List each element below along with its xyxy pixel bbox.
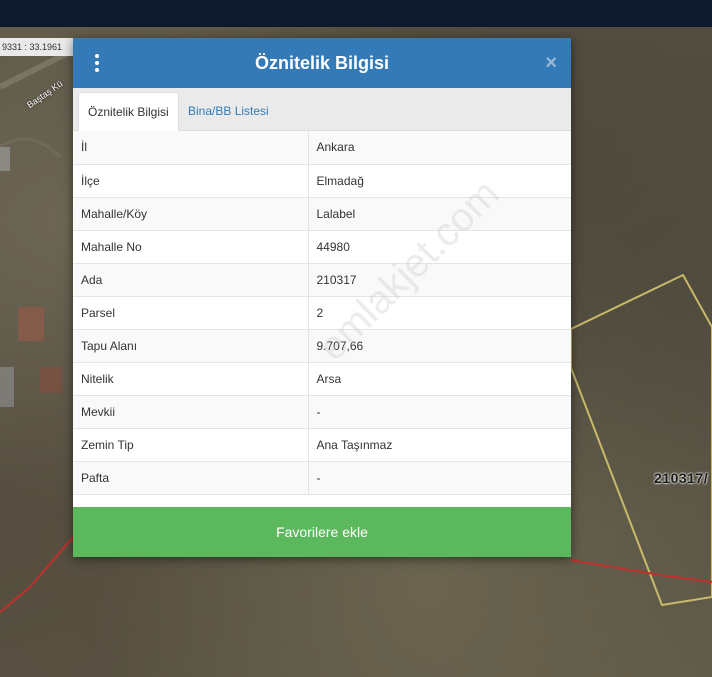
table-row: Zemin Tip Ana Taşınmaz (73, 428, 571, 462)
attribute-key: Mahalle No (73, 230, 309, 264)
attribute-value: - (308, 461, 571, 495)
tab-building-list[interactable]: Bina/BB Listesi (179, 92, 278, 130)
dialog-header: Öznitelik Bilgisi × (73, 38, 571, 88)
attribute-value: Ana Taşınmaz (308, 428, 571, 462)
dialog-title: Öznitelik Bilgisi (254, 53, 390, 73)
table-row: Tapu Alanı 9.707,66 (73, 329, 571, 363)
attribute-key: Parsel (73, 296, 309, 330)
close-icon[interactable]: × (545, 51, 557, 75)
attribute-value: 210317 (308, 263, 571, 297)
boundary-line (0, 536, 74, 613)
attribute-key: Mahalle/Köy (73, 197, 309, 231)
attribute-key: Mevkii (73, 395, 309, 429)
table-row: Parsel 2 (73, 296, 571, 330)
add-favorites-button[interactable]: Favorilere ekle (73, 507, 571, 557)
parcel-number-label: 210317/ (654, 470, 709, 486)
attribute-key: Nitelik (73, 362, 309, 396)
attribute-value: Ankara (308, 131, 571, 165)
attribute-key: Pafta (73, 461, 309, 495)
attribute-value: Arsa (308, 362, 571, 396)
table-row: Pafta - (73, 461, 571, 495)
attribute-key: Ada (73, 263, 309, 297)
table-row: İl Ankara (73, 131, 571, 165)
attribute-key: İl (73, 131, 309, 165)
tab-attribute-info[interactable]: Öznitelik Bilgisi (78, 92, 179, 131)
boundary-line (570, 559, 712, 583)
attribute-key: Zemin Tip (73, 428, 309, 462)
tab-bar: Öznitelik Bilgisi Bina/BB Listesi (73, 88, 571, 131)
attribute-table: İl Ankara İlçe Elmadağ Mahalle/Köy Lalabel Mah… (73, 131, 571, 495)
attribute-key: Tapu Alanı (73, 329, 309, 363)
table-row: Mevkii - (73, 395, 571, 429)
parcel-outline (570, 273, 712, 607)
attribute-value: Lalabel (308, 197, 571, 231)
attribute-value: - (308, 395, 571, 429)
attribute-value: 2 (308, 296, 571, 330)
table-row: Nitelik Arsa (73, 362, 571, 396)
table-row: Ada 210317 (73, 263, 571, 297)
table-row: Mahalle No 44980 (73, 230, 571, 264)
table-row: İlçe Elmadağ (73, 164, 571, 198)
coordinate-readout: 9331 : 33.1961 (0, 38, 73, 56)
top-bar (0, 0, 712, 27)
attribute-key: İlçe (73, 164, 309, 198)
attribute-value: Elmadağ (308, 164, 571, 198)
table-row: Mahalle/Köy Lalabel (73, 197, 571, 231)
attribute-value: 44980 (308, 230, 571, 264)
attribute-dialog: Öznitelik Bilgisi × Öznitelik Bilgisi Bi… (73, 38, 571, 557)
attribute-value: 9.707,66 (308, 329, 571, 363)
